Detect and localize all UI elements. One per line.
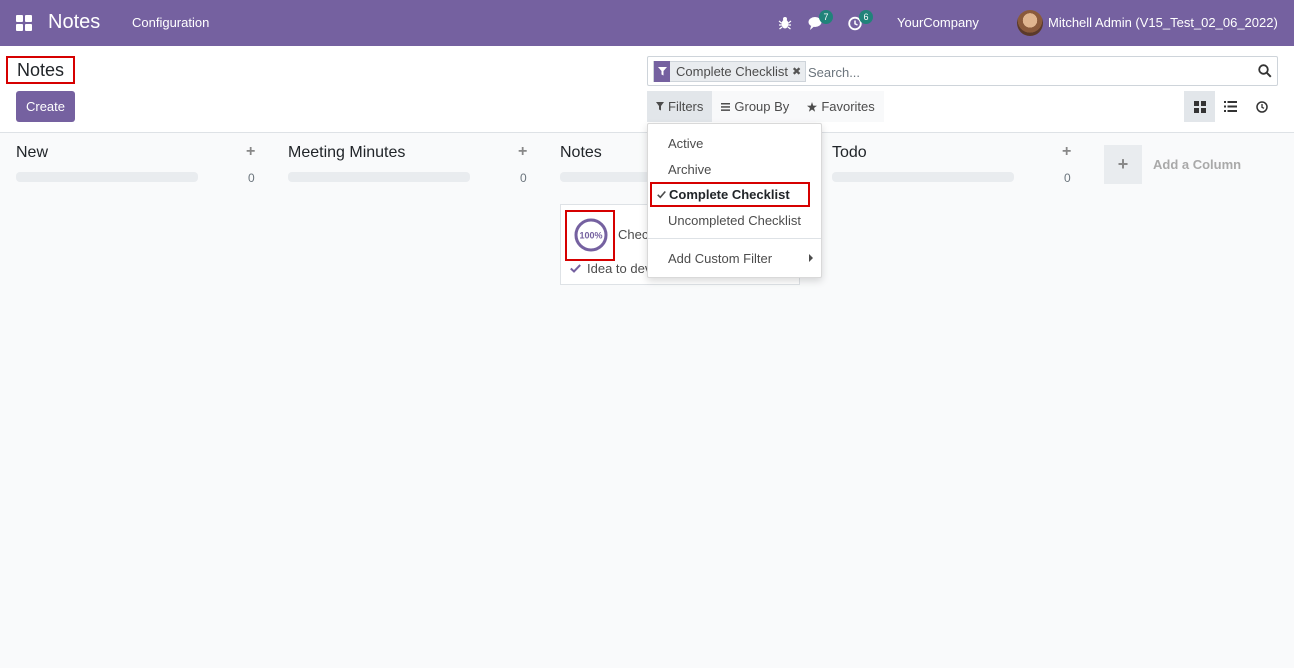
group-by-button[interactable]: Group By (712, 91, 799, 122)
list-icon (1224, 101, 1237, 112)
search-input[interactable] (808, 62, 1238, 82)
view-switcher (1184, 91, 1277, 122)
filter-option-label: Complete Checklist (669, 187, 790, 202)
close-icon[interactable]: ✖ (792, 65, 805, 78)
search-icon[interactable] (1258, 64, 1272, 78)
column-count: 0 (1064, 171, 1071, 185)
check-icon (657, 190, 666, 199)
column-title[interactable]: Notes (560, 144, 602, 162)
bug-icon[interactable] (778, 13, 798, 33)
plus-icon[interactable]: + (518, 143, 527, 161)
column-progress-bar (832, 172, 1014, 182)
apps-icon[interactable] (16, 15, 32, 31)
app-name[interactable]: Notes (48, 11, 100, 34)
control-panel: Notes Create Complete Checklist ✖ Filter… (0, 46, 1294, 133)
card-name: Chec (618, 227, 649, 242)
company-switcher[interactable]: YourCompany (897, 15, 979, 30)
add-column-label[interactable]: Add a Column (1153, 157, 1241, 172)
star-icon (807, 101, 818, 112)
plus-icon[interactable]: + (246, 143, 255, 161)
favorites-button[interactable]: Favorites (798, 91, 884, 122)
column-title[interactable]: New (16, 144, 48, 162)
activity-view-button[interactable] (1246, 91, 1277, 122)
progress-label: 100% (579, 231, 602, 241)
list-view-button[interactable] (1215, 91, 1246, 122)
bars-icon (721, 102, 731, 111)
column-count: 0 (520, 171, 527, 185)
kanban-icon (1193, 100, 1206, 113)
search-facet: Complete Checklist ✖ (653, 61, 807, 82)
filters-label: Filters (668, 99, 704, 114)
filter-option-active[interactable]: Active (648, 131, 821, 155)
page-title: Notes (6, 56, 76, 84)
kanban-view-button[interactable] (1184, 91, 1215, 122)
user-menu[interactable]: Mitchell Admin (V15_Test_02_06_2022) (1048, 15, 1278, 30)
caret-right-icon (809, 254, 813, 262)
search-bar: Complete Checklist ✖ (647, 56, 1278, 86)
favorites-label: Favorites (821, 99, 875, 114)
check-icon (570, 264, 581, 273)
column-progress-bar (288, 172, 470, 182)
add-custom-filter-label: Add Custom Filter (668, 250, 773, 266)
filters-button[interactable]: Filters (647, 91, 713, 122)
column-progress-bar (560, 172, 650, 182)
messages-badge: 7 (819, 10, 833, 24)
top-navbar: Notes Configuration 7 6 YourCompany Mitc… (0, 0, 1294, 46)
filter-option-archive[interactable]: Archive (648, 157, 821, 181)
create-button[interactable]: Create (16, 91, 75, 122)
checklist-item-label: Idea to dev (587, 261, 652, 276)
filter-bar: Filters Group By Favorites (647, 91, 884, 122)
filter-option-uncompleted-checklist[interactable]: Uncompleted Checklist (648, 208, 821, 232)
column-progress-bar (16, 172, 198, 182)
filter-icon (656, 102, 664, 111)
avatar[interactable] (1017, 10, 1043, 36)
divider (648, 238, 821, 239)
clock-icon[interactable]: 6 (848, 10, 873, 33)
menu-configuration[interactable]: Configuration (132, 15, 209, 30)
activities-badge: 6 (859, 10, 873, 24)
plus-icon[interactable]: + (1062, 143, 1071, 161)
group-by-label: Group By (734, 99, 790, 114)
column-title[interactable]: Todo (832, 144, 867, 162)
column-title[interactable]: Meeting Minutes (288, 144, 405, 162)
filters-dropdown: Active Archive Complete Checklist Uncomp… (647, 123, 822, 278)
filter-icon (654, 61, 670, 82)
clock-icon (1255, 100, 1268, 113)
chat-icon[interactable]: 7 (808, 10, 833, 33)
filter-option-complete-checklist[interactable]: Complete Checklist (650, 182, 810, 207)
facet-label: Complete Checklist (676, 64, 788, 79)
add-column-button[interactable]: + (1104, 145, 1142, 184)
add-custom-filter[interactable]: Add Custom Filter (648, 246, 821, 270)
column-count: 0 (248, 171, 255, 185)
progress-highlight: 100% (565, 210, 615, 261)
progress-ring: 100% (574, 218, 608, 252)
checklist-item: Idea to dev (570, 261, 651, 276)
